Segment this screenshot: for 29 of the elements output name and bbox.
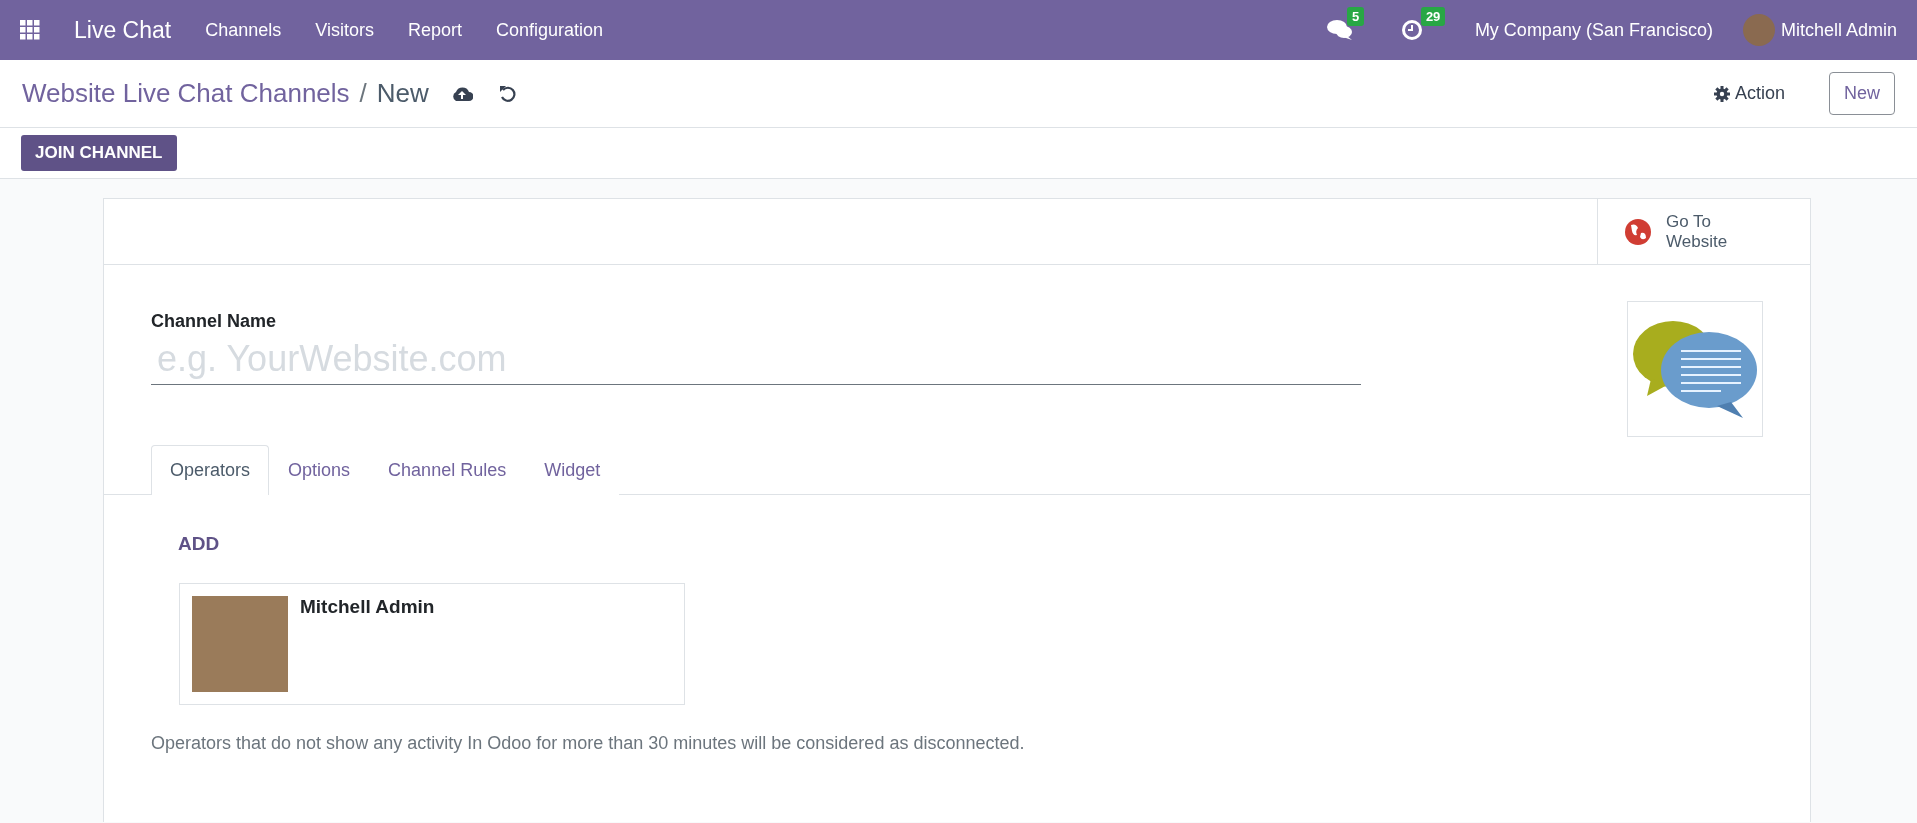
breadcrumb-separator: / [359, 78, 367, 109]
disconnect-note: Operators that do not show any activity In Odoo for more than 30 minutes will be considered as disconnected. [151, 733, 1026, 754]
clock-icon[interactable] [1400, 19, 1423, 41]
breadcrumb-link[interactable]: Website Live Chat Channels [22, 78, 350, 109]
activity-count-badge: 29 [1420, 7, 1446, 26]
new-button[interactable]: New [1829, 72, 1895, 115]
operator-name: Mitchell Admin [300, 596, 435, 618]
go-to-website-label: Go To Website [1666, 211, 1728, 252]
menu-item[interactable]: Visitors [315, 19, 374, 41]
field-label: Channel Name [151, 311, 277, 332]
app-grid-icon[interactable] [20, 20, 40, 40]
menu-item[interactable]: Report [407, 19, 462, 41]
cloud-upload-icon [450, 85, 473, 102]
operator-card[interactable]: Mitchell Admin [179, 583, 685, 705]
gear-icon [1713, 85, 1730, 102]
breadcrumb-current: New [376, 78, 429, 109]
message-count-badge: 5 [1346, 7, 1365, 26]
tab[interactable]: Operators [151, 445, 270, 495]
company-name[interactable]: My Company (San Francisco) [1474, 19, 1713, 41]
join-channel-button[interactable]: JOIN CHANNEL [21, 135, 177, 171]
chat-icon[interactable] [1326, 19, 1353, 41]
action-button[interactable]: Action [1707, 82, 1791, 105]
menu-item[interactable]: Channels [205, 19, 282, 41]
image-frame[interactable] [1627, 301, 1763, 437]
undo-icon [498, 84, 517, 103]
app-name: Live Chat [74, 16, 172, 44]
add-link[interactable]: ADD [178, 533, 220, 555]
user-name[interactable]: Mitchell Admin [1780, 19, 1897, 41]
menu-item[interactable]: Configuration [495, 19, 604, 41]
